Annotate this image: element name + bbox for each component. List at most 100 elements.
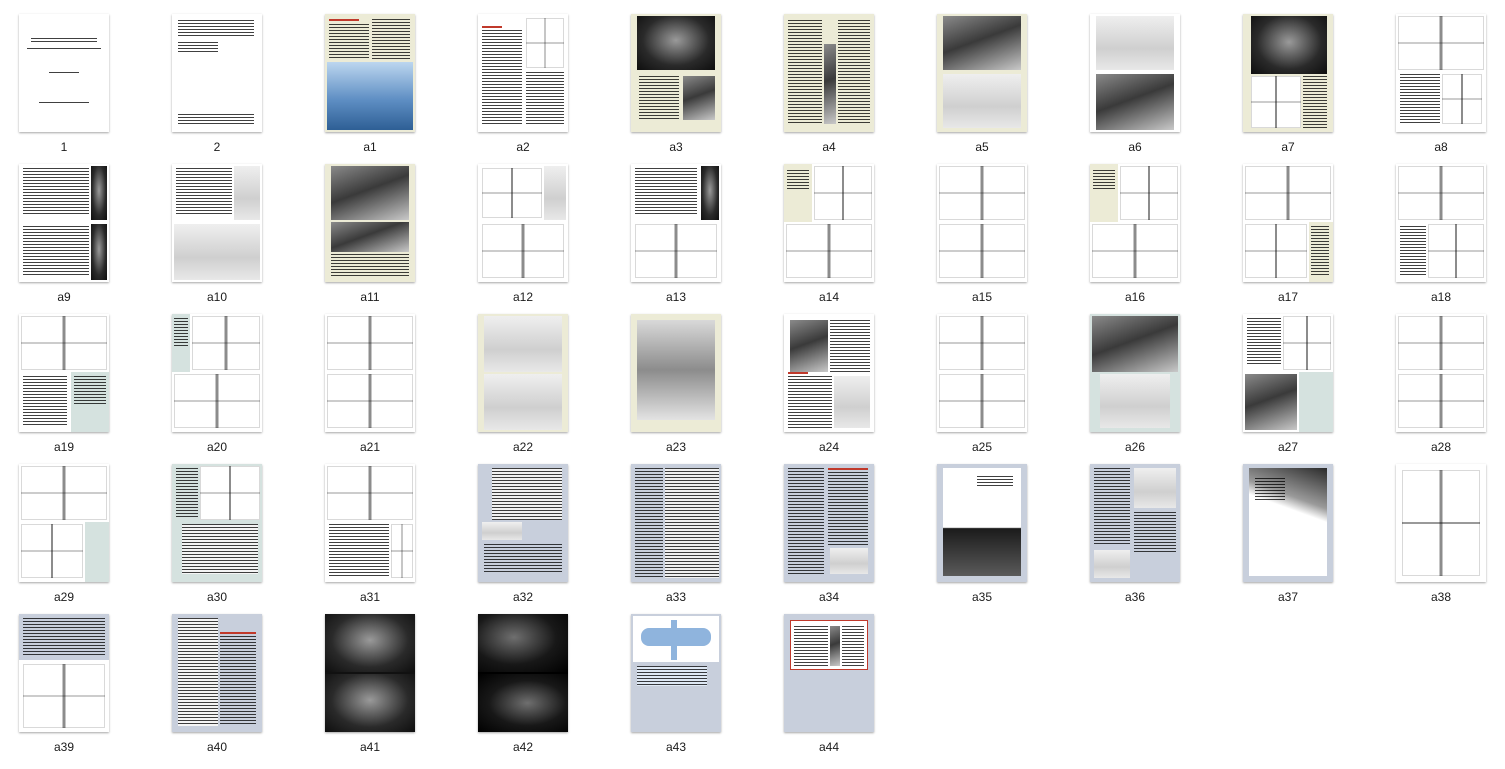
page-thumbnail[interactable]: a26 bbox=[1090, 314, 1180, 454]
page-decoration bbox=[526, 72, 564, 126]
page-thumbnail[interactable]: a38 bbox=[1396, 464, 1486, 604]
page-thumbnail[interactable]: a2 bbox=[478, 14, 568, 154]
page-decoration bbox=[1398, 374, 1484, 428]
page-thumbnail-label: a31 bbox=[359, 590, 381, 604]
page-thumbnail[interactable]: a8 bbox=[1396, 14, 1486, 154]
page-thumbnail-image bbox=[1243, 314, 1333, 432]
page-thumbnail-label: a8 bbox=[1434, 140, 1448, 154]
page-decoration bbox=[939, 316, 1025, 370]
page-decoration bbox=[824, 44, 836, 124]
page-thumbnail[interactable]: 1 bbox=[19, 14, 109, 154]
page-thumbnail[interactable]: a6 bbox=[1090, 14, 1180, 154]
page-thumbnail[interactable]: a37 bbox=[1243, 464, 1333, 604]
page-thumbnail[interactable]: a25 bbox=[937, 314, 1027, 454]
page-thumbnail[interactable]: a43 bbox=[631, 614, 721, 754]
page-thumbnail[interactable]: a20 bbox=[172, 314, 262, 454]
page-decoration bbox=[482, 522, 522, 540]
page-decoration bbox=[331, 254, 409, 278]
page-thumbnail[interactable]: a29 bbox=[19, 464, 109, 604]
page-thumbnail-image bbox=[19, 314, 109, 432]
page-thumbnail[interactable]: a22 bbox=[478, 314, 568, 454]
page-thumbnail[interactable]: a24 bbox=[784, 314, 874, 454]
page-thumbnail-image bbox=[937, 314, 1027, 432]
page-thumbnail-label: a38 bbox=[1430, 590, 1452, 604]
page-thumbnail-image bbox=[631, 14, 721, 132]
page-thumbnail-label: a30 bbox=[206, 590, 228, 604]
page-thumbnail-label: a35 bbox=[971, 590, 993, 604]
page-thumbnail[interactable]: a13 bbox=[631, 164, 721, 304]
page-thumbnail[interactable]: a17 bbox=[1243, 164, 1333, 304]
page-decoration bbox=[1400, 226, 1426, 276]
page-thumbnail[interactable]: a33 bbox=[631, 464, 721, 604]
page-thumbnail[interactable]: a36 bbox=[1090, 464, 1180, 604]
page-thumbnail[interactable]: a19 bbox=[19, 314, 109, 454]
page-decoration bbox=[23, 226, 89, 276]
page-thumbnail[interactable]: 2 bbox=[172, 14, 262, 154]
page-decoration bbox=[943, 16, 1021, 70]
page-decoration bbox=[790, 320, 828, 372]
page-decoration bbox=[484, 374, 562, 430]
page-thumbnail[interactable]: a39 bbox=[19, 614, 109, 754]
page-thumbnail[interactable]: a42 bbox=[478, 614, 568, 754]
page-decoration bbox=[31, 38, 97, 42]
page-thumbnail-image bbox=[172, 164, 262, 282]
page-thumbnail[interactable]: a3 bbox=[631, 14, 721, 154]
page-decoration bbox=[478, 674, 568, 732]
page-decoration bbox=[1100, 374, 1170, 428]
page-thumbnail[interactable]: a34 bbox=[784, 464, 874, 604]
page-thumbnail[interactable]: a32 bbox=[478, 464, 568, 604]
page-thumbnail-label: a33 bbox=[665, 590, 687, 604]
page-thumbnail[interactable]: a31 bbox=[325, 464, 415, 604]
page-decoration bbox=[21, 524, 83, 578]
page-decoration bbox=[637, 320, 715, 420]
page-decoration bbox=[178, 42, 218, 52]
page-thumbnail[interactable]: a41 bbox=[325, 614, 415, 754]
page-thumbnail-image bbox=[172, 14, 262, 132]
page-thumbnail-label: a13 bbox=[665, 290, 687, 304]
page-decoration bbox=[1251, 76, 1301, 128]
page-decoration bbox=[1134, 468, 1176, 508]
page-thumbnail-label: a3 bbox=[669, 140, 683, 154]
page-thumbnail[interactable]: a10 bbox=[172, 164, 262, 304]
page-thumbnail[interactable]: a9 bbox=[19, 164, 109, 304]
page-thumbnail-label: a9 bbox=[57, 290, 71, 304]
page-thumbnail[interactable]: a18 bbox=[1396, 164, 1486, 304]
page-thumbnail[interactable]: a44 bbox=[784, 614, 874, 754]
page-thumbnail[interactable]: a16 bbox=[1090, 164, 1180, 304]
page-thumbnail-image bbox=[478, 14, 568, 132]
page-thumbnail[interactable]: a21 bbox=[325, 314, 415, 454]
page-thumbnail-label: a12 bbox=[512, 290, 534, 304]
page-thumbnail-label: a18 bbox=[1430, 290, 1452, 304]
page-thumbnail[interactable]: a11 bbox=[325, 164, 415, 304]
page-thumbnail[interactable]: a28 bbox=[1396, 314, 1486, 454]
page-thumbnail[interactable]: a23 bbox=[631, 314, 721, 454]
page-decoration bbox=[1400, 74, 1440, 124]
page-decoration bbox=[482, 168, 542, 218]
page-thumbnail-image bbox=[478, 314, 568, 432]
page-thumbnail[interactable]: a35 bbox=[937, 464, 1027, 604]
page-thumbnail[interactable]: a40 bbox=[172, 614, 262, 754]
page-decoration bbox=[327, 316, 413, 370]
page-thumbnail-label: a29 bbox=[53, 590, 75, 604]
page-thumbnail[interactable]: a7 bbox=[1243, 14, 1333, 154]
page-decoration bbox=[939, 374, 1025, 428]
page-decoration bbox=[830, 626, 840, 666]
page-thumbnail[interactable]: a12 bbox=[478, 164, 568, 304]
page-decoration bbox=[701, 166, 719, 220]
page-thumbnail-image bbox=[19, 614, 109, 732]
page-thumbnail[interactable]: a27 bbox=[1243, 314, 1333, 454]
page-decoration bbox=[174, 224, 260, 280]
page-thumbnail[interactable]: a1 bbox=[325, 14, 415, 154]
page-thumbnail[interactable]: a5 bbox=[937, 14, 1027, 154]
page-thumbnail[interactable]: a14 bbox=[784, 164, 874, 304]
page-decoration bbox=[178, 20, 254, 36]
page-thumbnail[interactable]: a30 bbox=[172, 464, 262, 604]
page-decoration bbox=[484, 316, 562, 372]
page-decoration bbox=[1096, 16, 1174, 70]
page-decoration bbox=[192, 316, 260, 370]
page-thumbnail-image bbox=[1396, 164, 1486, 282]
page-decoration bbox=[178, 114, 254, 124]
page-thumbnail[interactable]: a15 bbox=[937, 164, 1027, 304]
page-thumbnail[interactable]: a4 bbox=[784, 14, 874, 154]
page-decoration bbox=[1245, 166, 1331, 220]
